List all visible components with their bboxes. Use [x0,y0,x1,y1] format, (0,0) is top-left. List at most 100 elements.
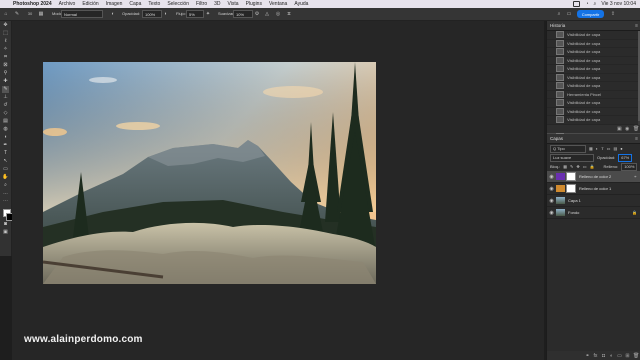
history-item[interactable]: Visibilidad de capa [547,116,640,125]
app-name-menu[interactable]: Photoshop 2024 [13,1,52,7]
history-item[interactable]: Herramienta Pincel [547,90,640,99]
layer-mask-thumbnail[interactable] [566,184,576,193]
new-document-from-state-icon[interactable]: ▣ [617,126,622,132]
share-button[interactable]: Compartir [577,10,604,18]
layer-mask-thumbnail[interactable] [566,172,576,181]
layers-tab[interactable]: Capas [550,136,563,141]
history-item[interactable]: Visibilidad de capa [547,99,640,108]
menu-ventana[interactable]: Ventana [269,1,287,7]
filter-shape-icon[interactable]: ▭ [607,146,611,151]
symmetry-icon[interactable]: ⧖ [286,11,292,17]
pressure-opacity-icon[interactable]: ◐ [110,11,116,17]
history-item[interactable]: Visibilidad de capa [547,107,640,116]
trash-icon[interactable]: 🗑 [633,126,639,132]
menu-edicion[interactable]: Edición [82,1,98,7]
brush-panel-icon[interactable]: ▦ [38,11,44,17]
layer-opacity-field[interactable]: 67% [618,153,633,162]
layer-row-relleno-color-2[interactable]: ◉ Relleno de color 2 ⚭ [547,171,640,183]
airbrush-icon[interactable]: ✦ [205,11,211,17]
new-layer-icon[interactable]: ⊞ [625,353,630,359]
type-tool-icon[interactable]: T [2,150,9,157]
move-tool-icon[interactable]: ✥ [2,22,9,29]
gradient-tool-icon[interactable]: ▤ [2,118,9,125]
blur-tool-icon[interactable]: ◍ [2,126,9,133]
menu-vista[interactable]: Vista [228,1,239,7]
path-select-icon[interactable]: ↖ [2,158,9,165]
history-item[interactable]: Visibilidad de capa [547,48,640,57]
trash-icon[interactable]: 🗑 [633,353,639,359]
menu-texto[interactable]: Texto [148,1,160,7]
history-item[interactable]: Visibilidad de capa [547,56,640,65]
pen-tool-icon[interactable]: ✒ [2,142,9,149]
menu-plugins[interactable]: Plugins [246,1,262,7]
history-item[interactable]: Visibilidad de capa [547,31,640,40]
zoom-tool-icon[interactable]: ⌕ [2,182,9,189]
lock-pixels-icon[interactable]: ✎ [570,164,573,169]
dodge-tool-icon[interactable]: ◖ [2,134,9,141]
crop-tool-icon[interactable]: ⌗ [2,54,9,61]
home-icon[interactable]: ⌂ [3,11,9,17]
layer-row-capa-1[interactable]: ◉ Capa 1 [547,195,640,207]
quick-select-tool-icon[interactable]: ✧ [2,46,9,53]
layer-row-relleno-color-1[interactable]: ◉ Relleno de color 1 [547,183,640,195]
quick-mask-icon[interactable]: ◙ [2,221,9,228]
flow-field[interactable]: 5% [186,10,204,18]
filter-adjust-icon[interactable]: ◐ [596,146,598,151]
menu-ayuda[interactable]: Ayuda [294,1,308,7]
history-brush-icon[interactable]: ↺ [2,102,9,109]
link-layers-icon[interactable]: ⚭ [585,353,590,359]
visibility-eye-icon[interactable]: ◉ [549,198,554,204]
hand-tool-icon[interactable]: ✋ [2,174,9,181]
marquee-tool-icon[interactable]: ⬚ [2,30,9,37]
eraser-tool-icon[interactable]: ◇ [2,110,9,117]
more-tools-icon[interactable]: … [2,190,9,197]
history-item[interactable]: Visibilidad de capa [547,65,640,74]
menu-archivo[interactable]: Archivo [59,1,76,7]
history-tab[interactable]: Historia [550,23,565,28]
visibility-eye-icon[interactable]: ◉ [549,186,554,192]
apple-icon[interactable] [3,1,9,7]
menu-filtro[interactable]: Filtro [196,1,207,7]
document-image[interactable] [43,62,376,284]
filter-pixel-icon[interactable]: ▦ [589,146,593,151]
frame-tool-icon[interactable]: ⊠ [2,62,9,69]
pressure-size-icon[interactable]: ◎ [275,11,281,17]
healing-brush-icon[interactable]: ✚ [2,78,9,85]
menu-seleccion[interactable]: Selección [167,1,189,7]
blend-mode-select[interactable]: Luz suave [550,153,594,162]
brush-tool-icon[interactable]: ✎ [2,86,9,93]
share-icon[interactable]: ⇪ [610,11,616,17]
brush-tool-icon[interactable]: ✎ [14,11,20,17]
filter-smart-icon[interactable]: ▤ [613,146,617,151]
lock-artboard-icon[interactable]: ▭ [583,164,587,169]
filter-type-icon[interactable]: T [601,146,603,151]
panel-menu-icon[interactable]: ≡ [635,23,638,29]
menu-imagen[interactable]: Imagen [106,1,123,7]
history-item[interactable]: Visibilidad de capa [547,73,640,82]
layer-filter-select[interactable]: Q Tipo [550,144,586,153]
eyedropper-tool-icon[interactable]: ⚲ [2,70,9,77]
history-item[interactable]: Visibilidad de capa [547,39,640,48]
clock[interactable]: Vie 3 nov 10:04 [601,1,636,7]
clone-stamp-icon[interactable]: ⊥ [2,94,9,101]
lock-all-icon[interactable]: 🔒 [590,164,595,169]
edit-toolbar-icon[interactable]: ⋯ [2,198,9,205]
visibility-eye-icon[interactable]: ◉ [549,210,554,216]
gear-icon[interactable]: ⚙ [254,11,260,17]
search-icon[interactable]: ⌕ [594,1,597,7]
lock-transparent-icon[interactable]: ▦ [563,164,567,169]
battery-icon[interactable] [573,1,581,7]
lasso-tool-icon[interactable]: ℓ [2,38,9,45]
menu-3d[interactable]: 3D [214,1,220,7]
visibility-eye-icon[interactable]: ◉ [549,174,554,180]
layer-style-icon[interactable]: fx [593,353,598,359]
add-mask-icon[interactable]: ◘ [601,353,606,359]
angle-icon[interactable]: ◬ [264,11,270,17]
menu-capa[interactable]: Capa [129,1,141,7]
brush-size-readout[interactable]: 30 [25,11,35,17]
shape-tool-icon[interactable]: ▭ [2,166,9,173]
mode-select[interactable]: Normal [61,10,103,18]
history-item[interactable]: Visibilidad de capa [547,82,640,91]
new-group-icon[interactable]: ▭ [617,353,622,359]
workspace-icon[interactable]: ▭ [566,11,572,17]
